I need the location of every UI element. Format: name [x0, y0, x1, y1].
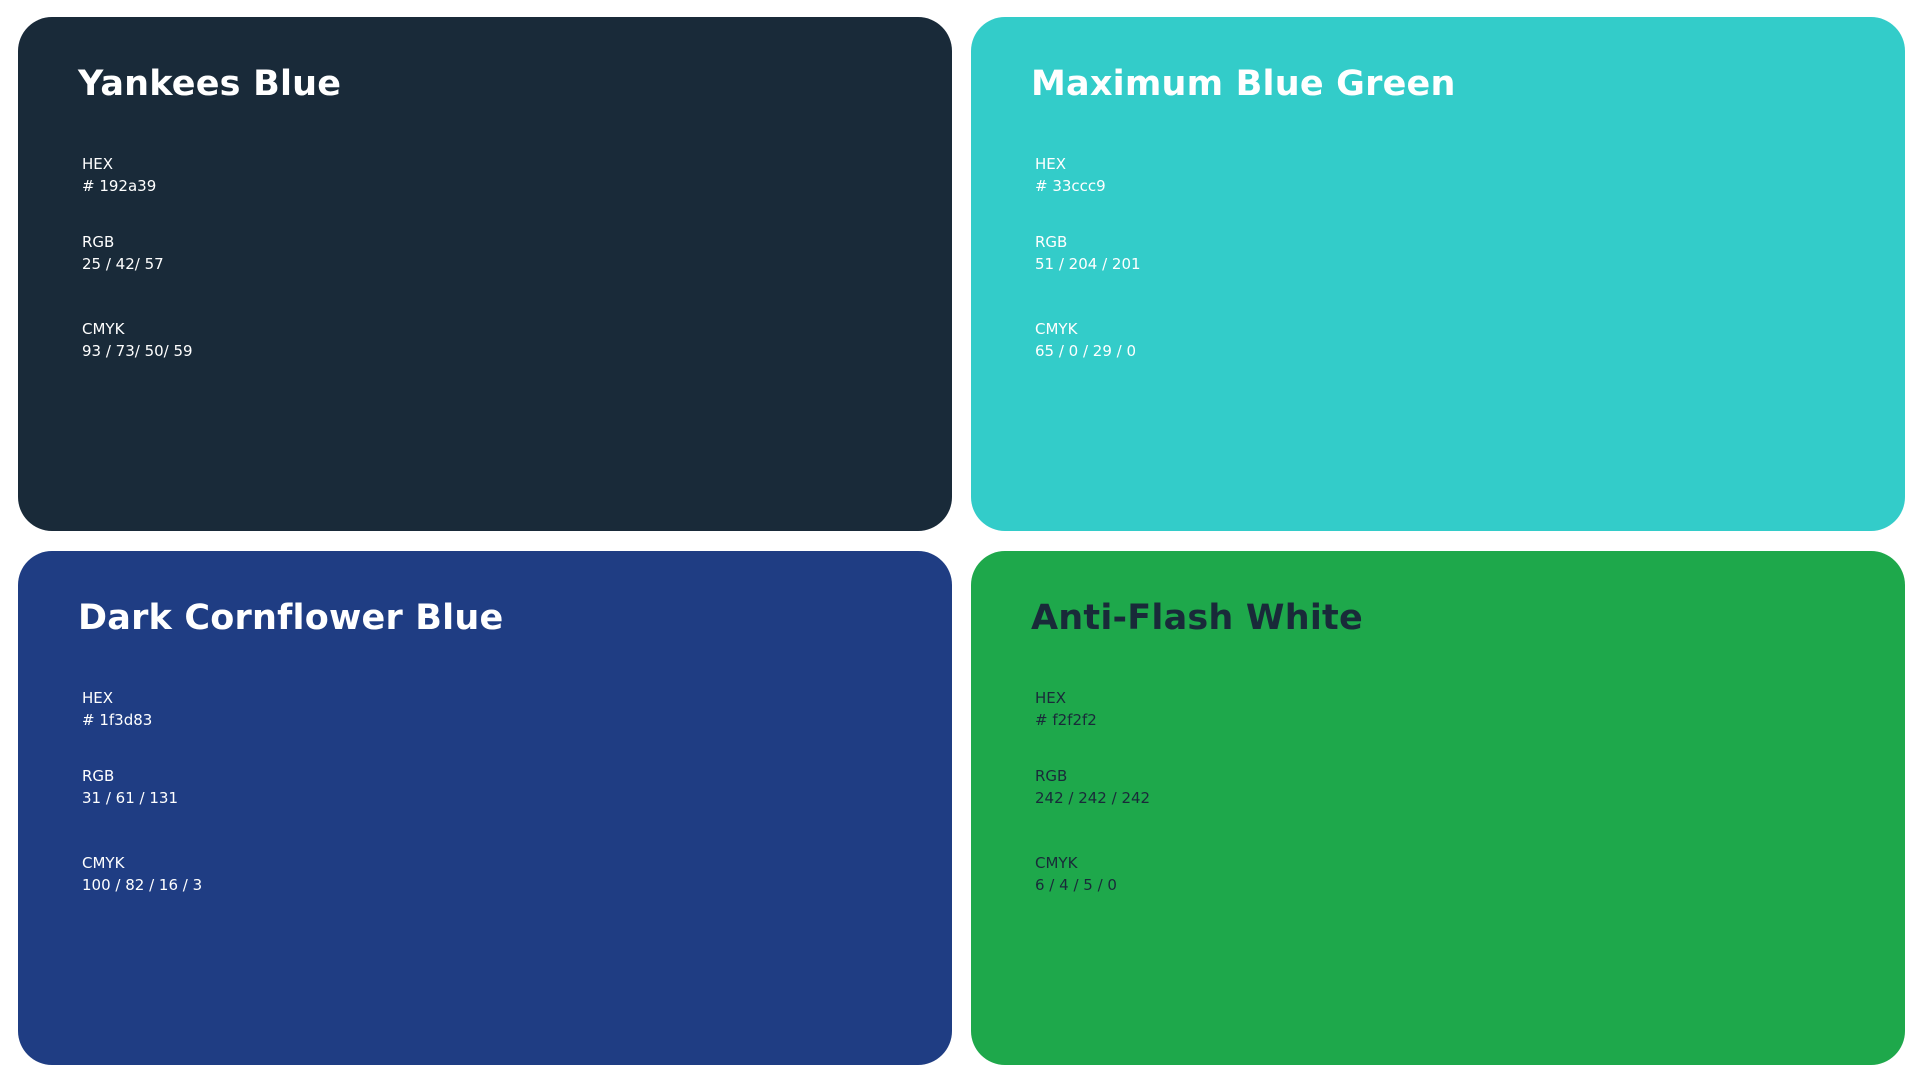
- hex-label: HEX: [82, 155, 114, 173]
- spec-rgb: RGB 25 / 42/ 57: [82, 231, 894, 275]
- rgb-value: 25 / 42/ 57: [82, 255, 164, 273]
- rgb-label: RGB: [1035, 233, 1068, 251]
- rgb-label: RGB: [82, 233, 115, 251]
- spec-hex: HEX # 33ccc9: [1035, 153, 1847, 197]
- swatch-title: Dark Cornflower Blue: [78, 598, 504, 638]
- spec-hex: HEX # 1f3d83: [82, 687, 894, 731]
- color-palette: Yankees Blue HEX # 192a39 RGB 25 / 42/ 5…: [0, 0, 1920, 1080]
- rgb-value: 51 / 204 / 201: [1035, 255, 1141, 273]
- cmyk-value: 65 / 0 / 29 / 0: [1035, 342, 1137, 360]
- spec-rgb: RGB 51 / 204 / 201: [1035, 231, 1847, 275]
- spec-cmyk: CMYK 6 / 4 / 5 / 0: [1035, 852, 1847, 896]
- swatch-title: Maximum Blue Green: [1031, 64, 1456, 104]
- spec-list: HEX # 1f3d83 RGB 31 / 61 / 131 CMYK 100 …: [78, 687, 894, 896]
- swatch-card-dark-cornflower-blue: Dark Cornflower Blue HEX # 1f3d83 RGB 31…: [18, 551, 952, 1065]
- swatch-card-yankees-blue: Yankees Blue HEX # 192a39 RGB 25 / 42/ 5…: [18, 17, 952, 531]
- swatch-card-maximum-blue-green: Maximum Blue Green HEX # 33ccc9 RGB 51 /…: [971, 17, 1905, 531]
- spec-rgb: RGB 31 / 61 / 131: [82, 765, 894, 809]
- rgb-value: 31 / 61 / 131: [82, 789, 178, 807]
- spec-list: HEX # 33ccc9 RGB 51 / 204 / 201 CMYK 65 …: [1031, 153, 1847, 362]
- spec-cmyk: CMYK 65 / 0 / 29 / 0: [1035, 318, 1847, 362]
- hex-label: HEX: [82, 689, 114, 707]
- swatch-card-anti-flash-white: Anti-Flash White HEX # f2f2f2 RGB 242 / …: [971, 551, 1905, 1065]
- hex-label: HEX: [1035, 689, 1067, 707]
- rgb-label: RGB: [82, 767, 115, 785]
- cmyk-label: CMYK: [82, 854, 125, 872]
- swatch-title: Anti-Flash White: [1031, 598, 1363, 638]
- hex-value: # f2f2f2: [1035, 711, 1097, 729]
- spec-hex: HEX # f2f2f2: [1035, 687, 1847, 731]
- cmyk-value: 93 / 73/ 50/ 59: [82, 342, 193, 360]
- cmyk-value: 100 / 82 / 16 / 3: [82, 876, 203, 894]
- spec-list: HEX # 192a39 RGB 25 / 42/ 57 CMYK 93 / 7…: [78, 153, 894, 362]
- cmyk-label: CMYK: [1035, 854, 1078, 872]
- spec-list: HEX # f2f2f2 RGB 242 / 242 / 242 CMYK 6 …: [1031, 687, 1847, 896]
- cmyk-label: CMYK: [1035, 320, 1078, 338]
- cmyk-value: 6 / 4 / 5 / 0: [1035, 876, 1117, 894]
- hex-value: # 192a39: [82, 177, 157, 195]
- swatch-title: Yankees Blue: [78, 64, 342, 104]
- spec-cmyk: CMYK 93 / 73/ 50/ 59: [82, 318, 894, 362]
- hex-value: # 33ccc9: [1035, 177, 1106, 195]
- spec-hex: HEX # 192a39: [82, 153, 894, 197]
- spec-cmyk: CMYK 100 / 82 / 16 / 3: [82, 852, 894, 896]
- rgb-label: RGB: [1035, 767, 1068, 785]
- cmyk-label: CMYK: [82, 320, 125, 338]
- rgb-value: 242 / 242 / 242: [1035, 789, 1151, 807]
- spec-rgb: RGB 242 / 242 / 242: [1035, 765, 1847, 809]
- hex-value: # 1f3d83: [82, 711, 153, 729]
- hex-label: HEX: [1035, 155, 1067, 173]
